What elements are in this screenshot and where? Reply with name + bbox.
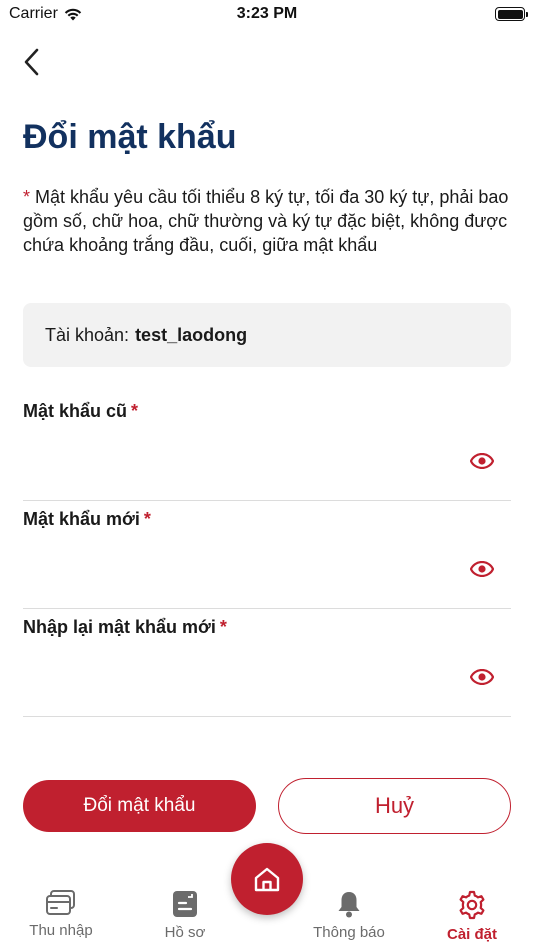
home-button[interactable] [231,843,303,915]
page-title: Đổi mật khẩu [23,118,237,156]
tab-settings-label: Cài đặt [446,926,497,943]
account-info-box: Tài khoản: test_laodong [23,303,511,367]
show-confirm-password-button[interactable] [469,667,495,687]
bell-icon [338,892,360,918]
old-password-label: Mật khẩu cũ * [23,401,138,422]
old-password-field: Mật khẩu cũ * [23,401,511,501]
tab-notifications-label: Thông báo [313,924,385,941]
home-icon [254,867,280,892]
tab-income[interactable]: Thu nhập [11,890,111,939]
account-label: Tài khoản: [45,324,130,345]
show-old-password-button[interactable] [469,451,495,471]
tab-notifications[interactable]: Thông báo [299,890,399,941]
back-button[interactable] [14,42,48,82]
old-password-input[interactable] [23,441,463,481]
confirm-password-field: Nhập lại mật khẩu mới * [23,617,511,717]
password-requirement-note: * Mật khẩu yêu cầu tối thiểu 8 ký tự, tố… [23,185,513,257]
old-password-label-text: Mật khẩu cũ [23,401,128,421]
change-password-button[interactable]: Đổi mật khẩu [23,780,256,832]
wallet-card-icon [46,890,75,915]
eye-icon [470,669,494,685]
cancel-button[interactable]: Huỷ [278,778,511,834]
new-password-input[interactable] [23,549,463,589]
eye-icon [470,561,494,577]
new-password-label-text: Mật khẩu mới [23,509,140,529]
eye-icon [470,453,494,469]
battery-icon [495,7,528,21]
gear-icon [459,890,485,920]
status-time: 3:23 PM [236,5,298,22]
requirement-text: Mật khẩu yêu cầu tối thiểu 8 ký tự, tối … [23,187,509,255]
status-bar: Carrier 3:23 PM [0,0,534,30]
new-password-label: Mật khẩu mới * [23,509,151,530]
tab-settings[interactable]: Cài đặt [422,890,522,943]
tab-profile[interactable]: Hồ sơ [135,890,235,941]
document-icon [173,891,197,917]
new-password-field: Mật khẩu mới * [23,509,511,609]
required-star: * [23,187,31,207]
tab-income-label: Thu nhập [29,922,93,939]
required-star: * [219,617,227,637]
show-new-password-button[interactable] [469,559,495,579]
confirm-password-label: Nhập lại mật khẩu mới * [23,617,227,638]
required-star: * [143,509,151,529]
tab-profile-label: Hồ sơ [164,924,206,941]
account-username: test_laodong [135,324,248,345]
required-star: * [131,401,139,421]
chevron-left-icon [24,48,39,76]
confirm-password-label-text: Nhập lại mật khẩu mới [23,617,216,637]
confirm-password-input[interactable] [23,657,463,697]
